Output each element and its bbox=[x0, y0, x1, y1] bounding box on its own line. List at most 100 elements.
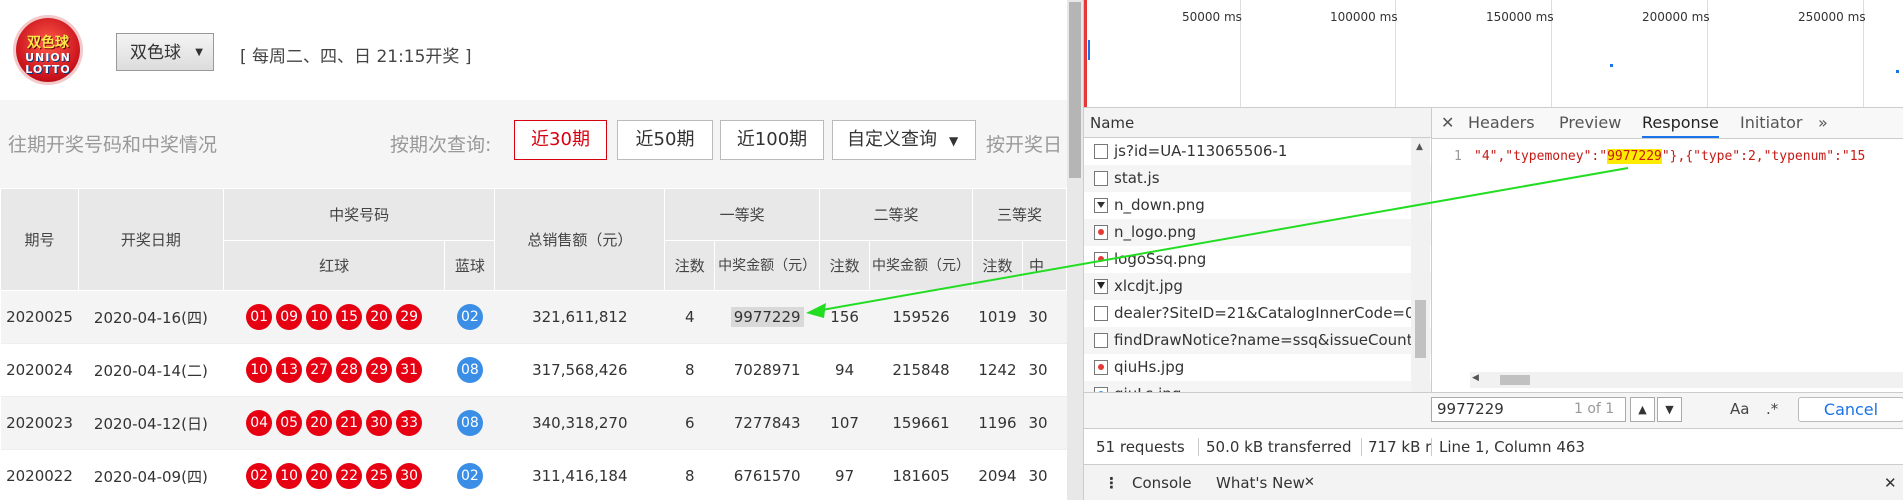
timeline-request-mark bbox=[1088, 40, 1090, 60]
query-last-50-button[interactable]: 近50期 bbox=[617, 120, 713, 160]
image-file-icon bbox=[1094, 252, 1108, 267]
section-title: 往期开奖号码和中奖情况 bbox=[8, 134, 218, 156]
query-by-period-label: 按期次查询: bbox=[390, 134, 492, 156]
request-row[interactable]: qiuHs.jpg bbox=[1084, 354, 1431, 381]
response-prefix: "4","typemoney":" bbox=[1474, 149, 1608, 164]
scroll-left-icon[interactable]: ◀ bbox=[1472, 373, 1479, 383]
response-suffix: "},{"type":2,"typenum":"15 bbox=[1661, 149, 1866, 164]
header-p2-amount: 中奖金额（元） bbox=[869, 240, 973, 291]
cell-p3-count: 1019 bbox=[972, 290, 1023, 344]
search-cancel-button[interactable]: Cancel bbox=[1798, 397, 1903, 422]
header-winning-numbers: 中奖号码 bbox=[222, 188, 496, 241]
red-ball: 27 bbox=[306, 357, 333, 383]
drawer-tab-console[interactable]: Console bbox=[1132, 465, 1192, 500]
request-row[interactable]: findDrawNotice?name=ssq&issueCount·· bbox=[1084, 327, 1431, 354]
header-red-balls: 红球 bbox=[222, 240, 446, 291]
red-ball: 33 bbox=[396, 410, 423, 436]
search-prev-button[interactable]: ▲ bbox=[1630, 397, 1655, 422]
header-second-prize: 二等奖 bbox=[819, 188, 973, 241]
page-scrollbar-thumb[interactable] bbox=[1069, 2, 1081, 178]
header-period: 期号 bbox=[0, 188, 79, 291]
table-row: 2020025 2020-04-16(四) 01 09 10 15 20 29 02 321,61… bbox=[0, 290, 1067, 344]
image-file-icon bbox=[1094, 225, 1108, 240]
blue-ball: 08 bbox=[456, 357, 483, 383]
cell-p3-count: 1196 bbox=[972, 396, 1023, 450]
drawer-tab-whats-new[interactable]: What's New bbox=[1216, 465, 1305, 500]
query-last-100-button[interactable]: 近100期 bbox=[720, 120, 824, 160]
cell-total-sales: 340,318,270 bbox=[494, 396, 665, 450]
highlighted-amount: 9977229 bbox=[730, 307, 804, 327]
scroll-up-icon[interactable]: ▲ bbox=[1416, 142, 1423, 152]
request-row[interactable]: js?id=UA-113065506-1 bbox=[1084, 138, 1431, 165]
network-status-bar: 51 requests 50.0 kB transferred 717 kB r… bbox=[1084, 428, 1903, 465]
blue-ball: 02 bbox=[456, 463, 483, 489]
cell-p1-amount: 7277843 bbox=[714, 396, 820, 450]
query-last-30-button[interactable]: 近30期 bbox=[514, 120, 607, 160]
cell-date: 2020-04-09(四) bbox=[78, 449, 224, 500]
lottery-logo[interactable]: 双色球 UNION LOTTO bbox=[16, 18, 80, 82]
request-list-scrollbar[interactable]: ▲ ▼ bbox=[1411, 138, 1430, 428]
request-row[interactable]: logoSsq.png bbox=[1084, 246, 1431, 273]
request-name: findDrawNotice?name=ssq&issueCount·· bbox=[1114, 331, 1423, 349]
cell-p2-amount: 159526 bbox=[869, 290, 973, 344]
page-scrollbar[interactable] bbox=[1067, 0, 1083, 500]
cell-red-balls: 01 09 10 15 20 29 bbox=[223, 290, 445, 344]
red-ball: 29 bbox=[366, 357, 393, 383]
red-ball: 29 bbox=[396, 304, 423, 330]
table-row: 2020023 2020-04-12(日) 04 05 20 21 30 33 08 340,31… bbox=[0, 396, 1067, 450]
status-divider bbox=[1361, 438, 1362, 456]
lottery-type-select[interactable]: 双色球 ▼ bbox=[116, 33, 214, 71]
response-hscroll-thumb[interactable] bbox=[1500, 375, 1530, 385]
header-p3-amount: 中 bbox=[1021, 240, 1067, 291]
request-row[interactable]: n_down.png bbox=[1084, 192, 1431, 219]
request-list-scrollbar-thumb[interactable] bbox=[1415, 300, 1426, 358]
drawer-menu-icon[interactable]: ⋮ bbox=[1104, 465, 1119, 500]
tab-response[interactable]: Response bbox=[1642, 108, 1719, 138]
response-viewer[interactable]: 1 "4","typemoney":"9977229"},{"type":2,"… bbox=[1432, 139, 1903, 379]
more-tabs-icon[interactable]: » bbox=[1818, 108, 1828, 138]
cell-date: 2020-04-14(二) bbox=[78, 343, 224, 397]
cell-p1-amount: 6761570 bbox=[714, 449, 820, 500]
request-row[interactable]: n_logo.png bbox=[1084, 219, 1431, 246]
cell-p2-amount: 181605 bbox=[869, 449, 973, 500]
cursor-position: Line 1, Column 463 bbox=[1439, 438, 1585, 456]
cell-p2-count: 156 bbox=[819, 290, 870, 344]
tab-initiator[interactable]: Initiator bbox=[1740, 108, 1802, 138]
amount-text: 7277843 bbox=[733, 414, 801, 432]
red-ball: 10 bbox=[306, 304, 333, 330]
devtools-drawer: ⋮ Console What's New ✕ ✕ bbox=[1084, 464, 1903, 500]
select-caret-icon: ▼ bbox=[195, 47, 203, 58]
document-file-icon bbox=[1094, 333, 1108, 348]
request-name: dealer?SiteID=21&CatalogInnerCode=00· bbox=[1114, 304, 1429, 322]
name-column-header[interactable]: Name bbox=[1084, 108, 1431, 138]
search-next-button[interactable]: ▼ bbox=[1657, 397, 1682, 422]
red-ball: 04 bbox=[246, 410, 273, 436]
blue-ball: 02 bbox=[456, 304, 483, 330]
custom-query-dropdown[interactable]: 自定义查询 ▼ bbox=[832, 120, 976, 160]
image-file-icon bbox=[1094, 198, 1108, 213]
tab-headers[interactable]: Headers bbox=[1468, 108, 1535, 138]
request-row[interactable]: stat.js bbox=[1084, 165, 1431, 192]
response-horizontal-scrollbar[interactable]: ◀ bbox=[1470, 372, 1903, 388]
request-row[interactable]: dealer?SiteID=21&CatalogInnerCode=00· bbox=[1084, 300, 1431, 327]
red-ball: 10 bbox=[276, 463, 303, 489]
timeline-tick-label: 150000 ms bbox=[1486, 10, 1554, 24]
close-tab-icon[interactable]: ✕ bbox=[1304, 465, 1315, 500]
red-ball: 28 bbox=[336, 357, 363, 383]
header-total-sales: 总销售额（元） bbox=[494, 188, 666, 291]
cell-p1-count: 4 bbox=[664, 290, 715, 344]
cell-p2-count: 97 bbox=[819, 449, 870, 500]
close-detail-icon[interactable]: ✕ bbox=[1441, 108, 1454, 138]
match-case-toggle[interactable]: Aa bbox=[1730, 397, 1749, 422]
timeline-request-mark bbox=[1610, 64, 1613, 67]
header-p3-count: 注数 bbox=[971, 240, 1023, 291]
request-row[interactable]: xlcdjt.jpg bbox=[1084, 273, 1431, 300]
regex-toggle[interactable]: .* bbox=[1766, 397, 1778, 422]
cell-blue-ball: 02 bbox=[444, 449, 495, 500]
cell-red-balls: 04 05 20 21 30 33 bbox=[223, 396, 445, 450]
tab-preview[interactable]: Preview bbox=[1559, 108, 1621, 138]
timeline-tick-label: 200000 ms bbox=[1642, 10, 1710, 24]
close-drawer-icon[interactable]: ✕ bbox=[1884, 465, 1897, 500]
timeline-tick-label: 50000 ms bbox=[1182, 10, 1242, 24]
network-timeline[interactable]: 50000 ms 100000 ms 150000 ms 200000 ms 2… bbox=[1084, 0, 1903, 108]
